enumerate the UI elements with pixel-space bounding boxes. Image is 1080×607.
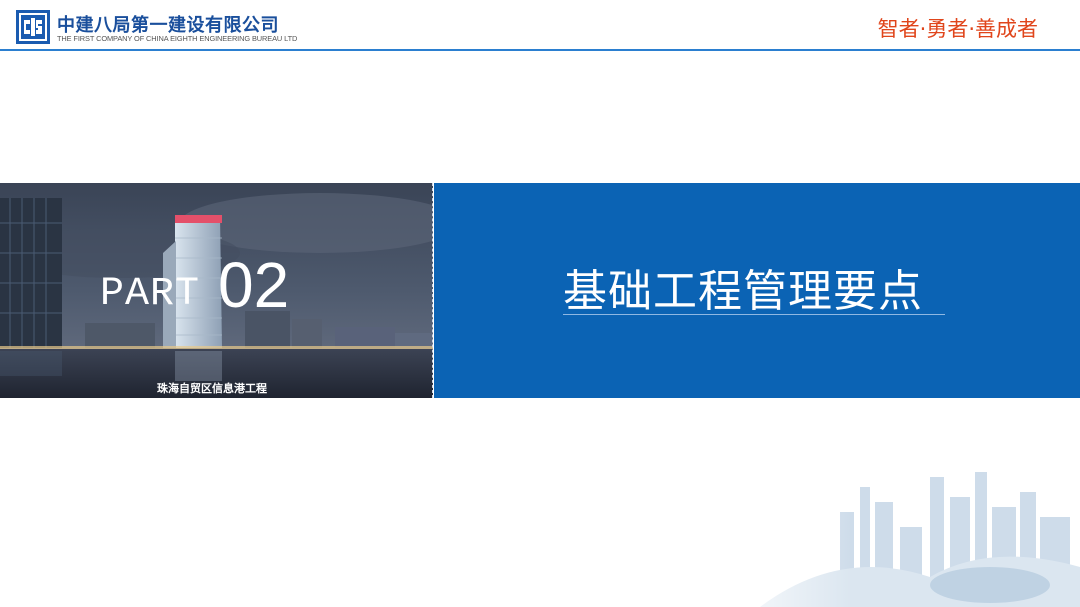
cityscape-decoration <box>700 457 1080 607</box>
header-divider <box>0 49 1080 51</box>
part-label: PART <box>100 272 201 317</box>
project-photo <box>0 183 433 398</box>
banner-divider <box>432 183 433 398</box>
company-name-en: THE FIRST COMPANY OF CHINA EIGHTH ENGINE… <box>57 34 298 43</box>
cscec-logo-icon <box>16 10 50 44</box>
slogan: 智者·勇者·善成者 <box>877 17 1038 41</box>
part-number: 02 <box>218 249 290 321</box>
title-underline <box>563 314 945 315</box>
photo-caption: 珠海自贸区信息港工程 <box>157 382 267 395</box>
header: 中建八局第一建设有限公司 THE FIRST COMPANY OF CHINA … <box>0 0 1080 51</box>
section-title: 基础工程管理要点 <box>563 266 923 317</box>
